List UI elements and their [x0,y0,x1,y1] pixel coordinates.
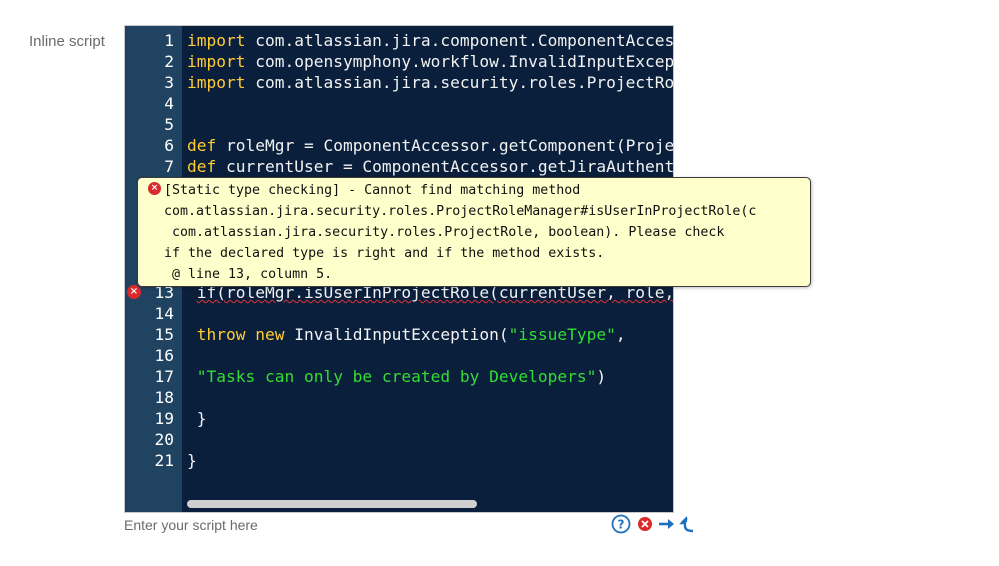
code-keyword: import [187,73,246,92]
svg-text:?: ? [618,518,625,532]
line-number: 17 [154,367,175,386]
code-text: InvalidInputException( [284,325,509,344]
line-number: 5 [164,115,174,134]
arrow-right-icon[interactable] [657,514,677,534]
code-string: "Tasks can only be created by Developers… [196,367,597,386]
arrow-up-left-icon[interactable] [679,514,699,534]
line-number: 19 [154,409,175,428]
line-number: 1 [164,31,174,50]
code-keyword: import [187,52,246,71]
line-number: 20 [154,430,175,449]
error-message-line: @ line 13, column 5. [164,267,333,282]
field-label: Inline script [29,33,105,50]
code-line: def roleMgr = ComponentAccessor.getCompo… [187,135,673,156]
code-line: import com.opensymphony.workflow.Invalid… [187,51,673,72]
code-text: currentUser = ComponentAccessor.getJiraA… [225,157,673,176]
help-icon[interactable]: ? [611,514,631,534]
line-number: 6 [164,136,174,155]
code-keyword: def [187,157,217,176]
code-keyword: def [187,136,217,155]
code-keyword: new [255,325,285,344]
code-line: "Tasks can only be created by Developers… [187,366,606,387]
code-keyword: throw [196,325,246,344]
code-text: com.atlassian.jira.component.ComponentAc… [245,31,673,50]
code-string: "issueType" [508,325,616,344]
line-number: 18 [154,388,175,407]
horizontal-scrollbar[interactable] [187,500,477,508]
line-number: 14 [154,304,175,323]
line-number: 15 [154,325,175,344]
error-message-line: com.atlassian.jira.security.roles.Projec… [164,225,725,240]
code-text: } [187,451,197,470]
error-tooltip: × [Static type checking] - Cannot find m… [137,177,811,287]
code-text: } [187,409,207,428]
code-line: } [187,408,207,429]
error-message-line: if the declared type is right and if the… [164,246,605,261]
code-line: def currentUser = ComponentAccessor.getJ… [187,156,673,177]
code-line: import com.atlassian.jira.component.Comp… [187,30,673,51]
code-text: roleMgr = ComponentAccessor.getComponent… [225,136,673,155]
error-icon: × [148,182,161,195]
line-number: 4 [164,94,174,113]
error-message-line: [Static type checking] - Cannot find mat… [164,183,581,198]
code-line: import com.atlassian.jira.security.roles… [187,72,673,93]
code-keyword: import [187,31,246,50]
code-line: } [187,450,197,471]
code-text: , [615,325,626,344]
error-message-line: com.atlassian.jira.security.roles.Projec… [164,204,757,219]
error-status-icon[interactable] [635,514,655,534]
code-line: throw new InvalidInputException("issueTy… [187,324,626,345]
code-text: com.atlassian.jira.security.roles.Projec… [255,73,673,92]
line-number: 3 [164,73,174,92]
line-number: 7 [164,157,174,176]
line-number: 16 [154,346,175,365]
line-number: 2 [164,52,174,71]
code-text: com.opensymphony.workflow.InvalidInputEx… [245,52,673,71]
code-text: ) [596,367,607,386]
script-hint: Enter your script here [124,517,258,533]
line-number: 21 [154,451,175,470]
